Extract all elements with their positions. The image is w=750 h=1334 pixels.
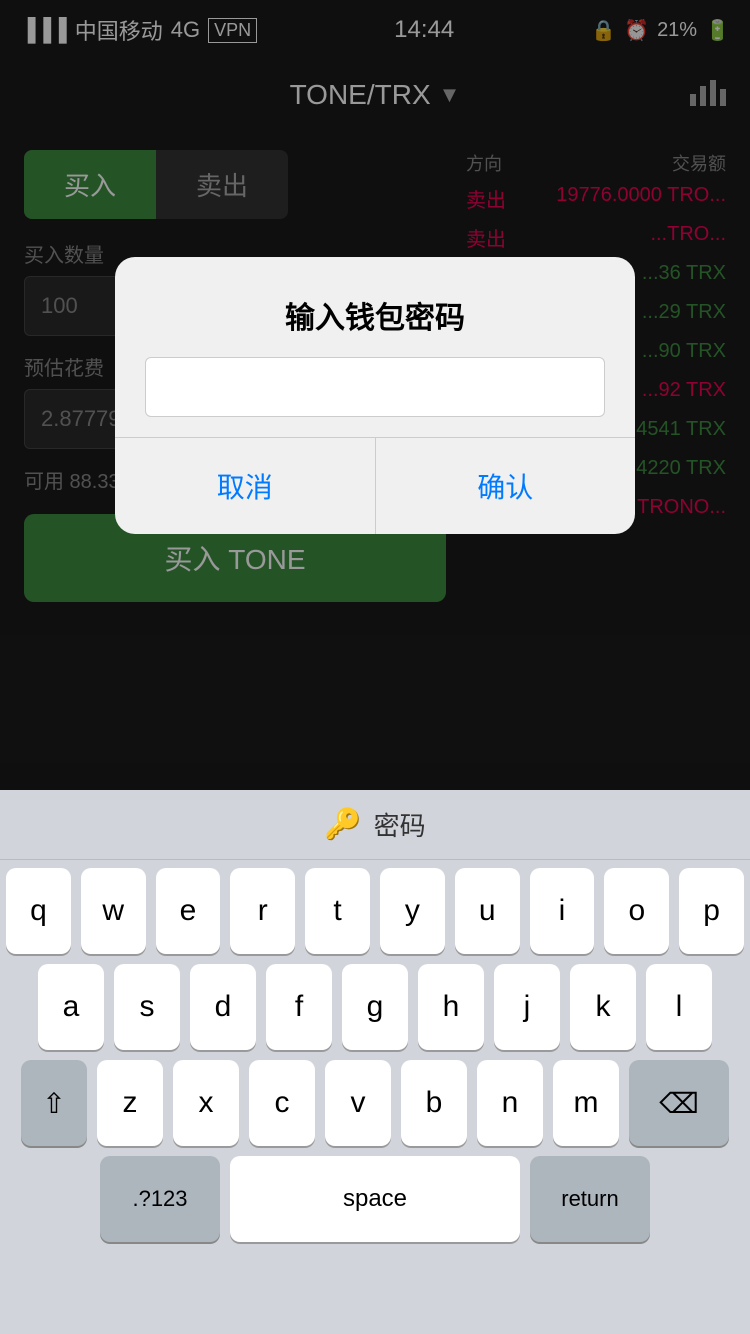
cancel-button[interactable]: 取消	[115, 438, 376, 534]
keyboard-area: 🔑 密码 q w e r t y u i o p a s d f g h j k…	[0, 790, 750, 1334]
key-w[interactable]: w	[81, 868, 146, 954]
key-l[interactable]: l	[646, 964, 712, 1050]
key-a[interactable]: a	[38, 964, 104, 1050]
modal-buttons: 取消 确认	[115, 437, 635, 534]
backspace-key[interactable]: ⌫	[629, 1060, 729, 1146]
modal-title: 输入钱包密码	[115, 257, 635, 357]
key-t[interactable]: t	[305, 868, 370, 954]
key-m[interactable]: m	[553, 1060, 619, 1146]
key-icon: 🔑	[324, 807, 361, 842]
key-s[interactable]: s	[114, 964, 180, 1050]
key-c[interactable]: c	[249, 1060, 315, 1146]
keyboard-password-bar: 🔑 密码	[0, 790, 750, 860]
keyboard-rows: q w e r t y u i o p a s d f g h j k l ⇧ …	[0, 860, 750, 1242]
key-g[interactable]: g	[342, 964, 408, 1050]
return-key[interactable]: return	[530, 1156, 650, 1242]
key-d[interactable]: d	[190, 964, 256, 1050]
key-u[interactable]: u	[455, 868, 520, 954]
key-b[interactable]: b	[401, 1060, 467, 1146]
key-v[interactable]: v	[325, 1060, 391, 1146]
key-h[interactable]: h	[418, 964, 484, 1050]
password-bar-label: 密码	[374, 806, 426, 843]
key-q[interactable]: q	[6, 868, 71, 954]
key-row-1: q w e r t y u i o p	[6, 868, 744, 954]
space-key[interactable]: space	[230, 1156, 520, 1242]
confirm-button[interactable]: 确认	[376, 438, 636, 534]
key-p[interactable]: p	[679, 868, 744, 954]
numbers-key[interactable]: .?123	[100, 1156, 220, 1242]
key-z[interactable]: z	[97, 1060, 163, 1146]
key-row-3: ⇧ z x c v b n m ⌫	[6, 1060, 744, 1146]
key-f[interactable]: f	[266, 964, 332, 1050]
key-y[interactable]: y	[380, 868, 445, 954]
key-row-4: .?123 space return	[6, 1156, 744, 1242]
key-n[interactable]: n	[477, 1060, 543, 1146]
key-i[interactable]: i	[530, 868, 595, 954]
key-j[interactable]: j	[494, 964, 560, 1050]
key-r[interactable]: r	[230, 868, 295, 954]
modal-input-wrapper	[115, 357, 635, 437]
modal-overlay: 输入钱包密码 取消 确认	[0, 0, 750, 790]
password-modal: 输入钱包密码 取消 确认	[115, 257, 635, 534]
key-o[interactable]: o	[604, 868, 669, 954]
key-row-2: a s d f g h j k l	[6, 964, 744, 1050]
shift-key[interactable]: ⇧	[21, 1060, 87, 1146]
key-x[interactable]: x	[173, 1060, 239, 1146]
key-k[interactable]: k	[570, 964, 636, 1050]
key-e[interactable]: e	[156, 868, 221, 954]
password-input[interactable]	[145, 357, 605, 417]
